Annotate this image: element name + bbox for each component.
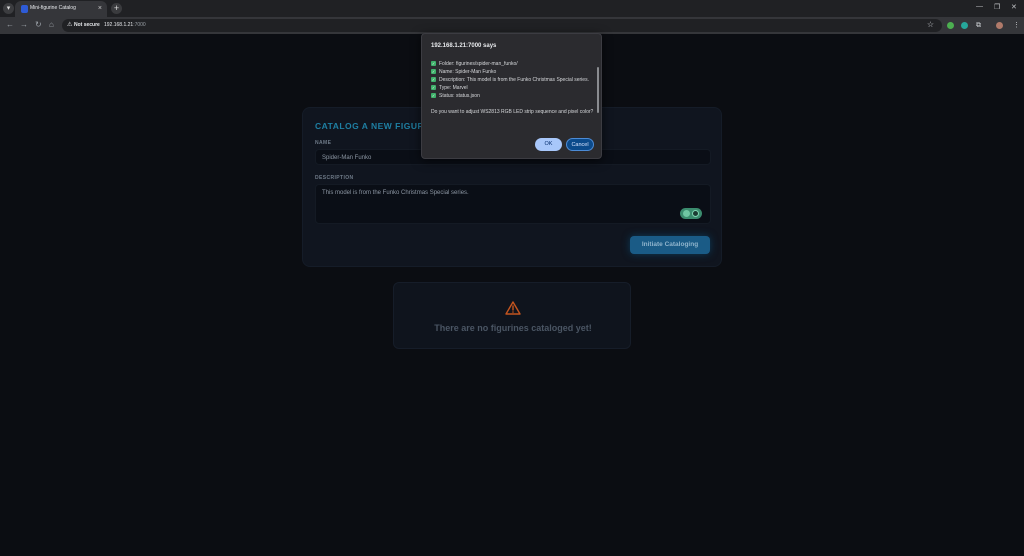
name-label: NAME (315, 140, 332, 146)
dialog-scrollbar[interactable] (597, 67, 599, 125)
dialog-line: ✓ Type: Marvel (431, 85, 468, 91)
browser-tab[interactable]: Mini-figurine Catalog × (15, 1, 107, 17)
restore-icon[interactable]: ❐ (994, 3, 1000, 11)
extension-chat-icon[interactable] (961, 22, 968, 29)
dialog-line: ✓ Folder: figurines/spider-man_funko/ (431, 61, 518, 67)
window-close-icon[interactable]: ✕ (1011, 3, 1017, 11)
checkmark-icon: ✓ (431, 69, 436, 74)
extension-shield-icon[interactable] (947, 22, 954, 29)
not-secure-label: Not secure (74, 22, 100, 28)
dialog-question: Do you want to adjust WS2813 RGB LED str… (431, 109, 594, 115)
forward-icon[interactable]: → (20, 20, 28, 30)
warning-icon: ⚠ (67, 22, 73, 28)
checkmark-icon: ✓ (431, 77, 436, 82)
tab-title: Mini-figurine Catalog (30, 5, 76, 11)
checkmark-icon: ✓ (431, 85, 436, 90)
initiate-cataloging-button[interactable]: Initiate Cataloging (630, 236, 710, 254)
back-icon[interactable]: ← (6, 20, 14, 30)
browser-toolbar: ← → ↻ ⌂ ⚠ Not secure 192.168.1.21:7000 ☆… (0, 17, 1024, 34)
browser-tab-bar: ▾ Mini-figurine Catalog × + — ❐ ✕ (0, 0, 1024, 17)
tab-close-icon[interactable]: × (98, 4, 102, 13)
dialog-line: ✓ Status: status.json (431, 93, 480, 99)
new-tab-icon[interactable]: + (111, 3, 122, 14)
checkmark-icon: ✓ (431, 61, 436, 66)
checkmark-icon: ✓ (431, 93, 436, 98)
dialog-message: ✓ Folder: figurines/spider-man_funko/ ✓ Na… (431, 60, 597, 126)
address-bar[interactable]: ⚠ Not secure 192.168.1.21:7000 ☆ (62, 19, 942, 32)
reload-icon[interactable]: ↻ (35, 20, 42, 30)
browser-menu-icon[interactable]: ⋮ (1013, 21, 1020, 30)
empty-state-card: There are no figurines cataloged yet! (393, 282, 631, 349)
dialog-title: 192.168.1.21:7000 says (431, 43, 497, 49)
grammar-extension-icon[interactable] (680, 208, 702, 219)
empty-state-message: There are no figurines cataloged yet! (434, 323, 592, 333)
description-label: DESCRIPTION (315, 175, 354, 181)
confirm-dialog: 192.168.1.21:7000 says ✓ Folder: figurine… (421, 33, 602, 159)
tab-search-icon[interactable]: ▾ (3, 3, 14, 14)
ok-button[interactable]: OK (535, 138, 562, 151)
dialog-line: ✓ Description: This model is from the Fun… (431, 77, 589, 83)
warning-triangle-icon (505, 301, 521, 315)
home-icon[interactable]: ⌂ (49, 20, 54, 30)
cancel-button[interactable]: Cancel (566, 138, 594, 151)
bookmark-star-icon[interactable]: ☆ (927, 20, 934, 29)
extensions-puzzle-icon[interactable]: ⧉ (976, 21, 981, 30)
description-textarea[interactable]: This model is from the Funko Christmas S… (315, 184, 711, 224)
scrollbar-thumb[interactable] (597, 67, 599, 113)
dialog-line: ✓ Name: Spider-Man Funko (431, 69, 497, 75)
favicon-icon (21, 5, 28, 13)
minimize-icon[interactable]: — (976, 3, 983, 10)
url-text: 192.168.1.21:7000 (104, 22, 146, 28)
profile-avatar[interactable] (996, 22, 1003, 29)
